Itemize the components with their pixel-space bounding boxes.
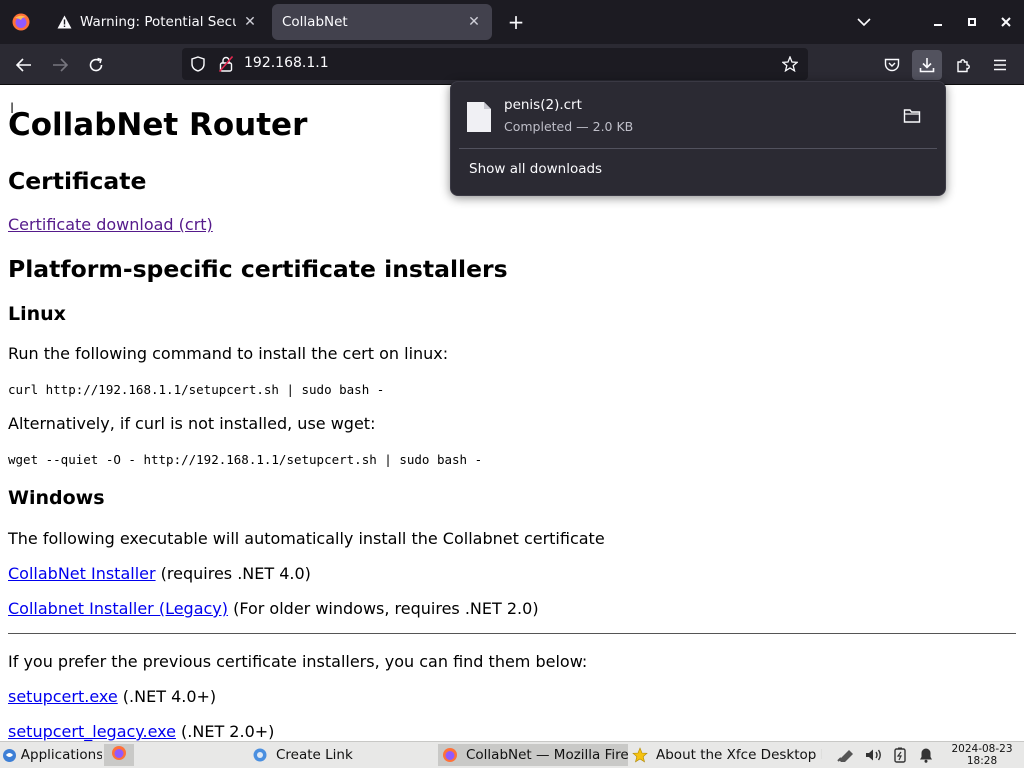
applications-menu-button[interactable]: Applications xyxy=(2,744,102,766)
reload-icon[interactable] xyxy=(81,50,111,80)
file-icon xyxy=(465,100,493,134)
page-title: CollabNet Router xyxy=(8,107,308,143)
setupcert-legacy-line: setupcert_legacy.exe (.NET 2.0+) xyxy=(8,722,274,741)
setupcert-legacy-note: (.NET 2.0+) xyxy=(175,722,275,741)
linux-heading: Linux xyxy=(8,303,66,325)
tab-security-warning[interactable]: Warning: Potential Security Risk Ahead ✕ xyxy=(46,4,268,40)
open-folder-icon[interactable] xyxy=(903,108,923,126)
close-window-icon[interactable] xyxy=(992,8,1020,36)
close-tab-icon[interactable]: ✕ xyxy=(466,14,482,30)
new-tab-button[interactable]: + xyxy=(502,8,530,36)
collabnet-installer-link[interactable]: CollabNet Installer xyxy=(8,564,156,583)
collabnet-legacy-installer-link[interactable]: Collabnet Installer (Legacy) xyxy=(8,599,228,618)
back-icon[interactable] xyxy=(9,50,39,80)
minimize-icon[interactable] xyxy=(924,8,952,36)
xfce-menu-icon xyxy=(2,747,18,763)
menu-hamburger-icon[interactable] xyxy=(985,50,1015,80)
extensions-icon[interactable] xyxy=(949,50,979,80)
network-icon[interactable] xyxy=(836,744,856,766)
forward-icon[interactable] xyxy=(45,50,75,80)
url-text[interactable]: 192.168.1.1 xyxy=(244,55,329,71)
insecure-lock-icon[interactable] xyxy=(218,56,234,72)
downloads-icon[interactable] xyxy=(912,50,942,80)
panel-separator xyxy=(459,148,937,149)
show-all-downloads-button[interactable]: Show all downloads xyxy=(469,161,602,177)
window-title: About the Xfce Desktop Environment xyxy=(656,747,822,763)
navigation-toolbar: 192.168.1.1 xyxy=(0,44,1024,85)
tab-collabnet[interactable]: CollabNet ✕ xyxy=(272,4,492,40)
windows-installer-line: CollabNet Installer (requires .NET 4.0) xyxy=(8,564,311,583)
tab-title: Warning: Potential Security Risk Ahead xyxy=(80,14,236,30)
divider xyxy=(8,633,1016,634)
firefox-view-icon[interactable] xyxy=(0,0,42,44)
pocket-icon[interactable] xyxy=(877,50,907,80)
setupcert-legacy-exe-link[interactable]: setupcert_legacy.exe xyxy=(8,722,176,741)
clock-time: 18:28 xyxy=(966,755,998,767)
windows-heading: Windows xyxy=(8,487,105,509)
clock-date: 2024-08-23 xyxy=(951,743,1013,755)
setupcert-line: setupcert.exe (.NET 4.0+) xyxy=(8,687,216,706)
bookmark-star-icon[interactable] xyxy=(782,56,798,72)
window-title: CollabNet — Mozilla Firefox xyxy=(466,747,628,763)
notification-bell-icon[interactable] xyxy=(916,744,936,766)
linux-intro: Run the following command to install the… xyxy=(8,344,449,363)
taskbar-window-create-link[interactable]: Create Link xyxy=(242,744,436,766)
windows-legacy-line: Collabnet Installer (Legacy) (For older … xyxy=(8,599,539,618)
list-all-tabs-icon[interactable] xyxy=(850,8,878,36)
previous-installers-intro: If you prefer the previous certificate i… xyxy=(8,652,588,671)
battery-icon[interactable] xyxy=(890,744,910,766)
warning-icon xyxy=(56,14,72,30)
link-app-icon xyxy=(252,747,268,763)
shield-icon[interactable] xyxy=(190,56,206,72)
applications-label: Applications xyxy=(20,747,102,763)
certificate-heading: Certificate xyxy=(8,167,147,195)
firefox-icon xyxy=(442,747,458,763)
curl-command: curl http://192.168.1.1/setupcert.sh | s… xyxy=(8,382,385,397)
wget-command: wget --quiet -O - http://192.168.1.1/set… xyxy=(8,452,483,467)
certificate-download-link[interactable]: Certificate download (crt) xyxy=(8,215,213,234)
clock[interactable]: 2024-08-23 18:28 xyxy=(944,743,1020,767)
taskbar: Applications Create Link CollabNet — Moz… xyxy=(0,741,1024,768)
volume-icon[interactable] xyxy=(864,744,884,766)
tab-strip: Warning: Potential Security Risk Ahead ✕… xyxy=(0,0,1024,44)
firefox-icon xyxy=(111,745,127,765)
tab-title: CollabNet xyxy=(282,14,348,30)
star-icon xyxy=(632,747,648,763)
legacy-installer-note: (For older windows, requires .NET 2.0) xyxy=(228,599,539,618)
windows-intro: The following executable will automatica… xyxy=(8,529,605,548)
firefox-launcher[interactable] xyxy=(104,744,134,766)
taskbar-window-about-xfce[interactable]: About the Xfce Desktop Environment xyxy=(630,744,822,766)
url-bar[interactable]: 192.168.1.1 xyxy=(182,48,808,80)
maximize-icon[interactable] xyxy=(958,8,986,36)
setupcert-note: (.NET 4.0+) xyxy=(117,687,217,706)
window-title: Create Link xyxy=(276,747,353,763)
taskbar-window-collabnet[interactable]: CollabNet — Mozilla Firefox xyxy=(438,744,628,766)
installer-note: (requires .NET 4.0) xyxy=(155,564,311,583)
download-filename: penis(2).crt xyxy=(504,97,582,113)
close-tab-icon[interactable]: ✕ xyxy=(242,14,258,30)
setupcert-exe-link[interactable]: setupcert.exe xyxy=(8,687,118,706)
download-status: Completed — 2.0 KB xyxy=(504,119,634,134)
linux-alternative: Alternatively, if curl is not installed,… xyxy=(8,414,376,433)
downloads-panel: penis(2).crt Completed — 2.0 KB Show all… xyxy=(450,81,946,196)
installers-heading: Platform-specific certificate installers xyxy=(8,255,508,283)
